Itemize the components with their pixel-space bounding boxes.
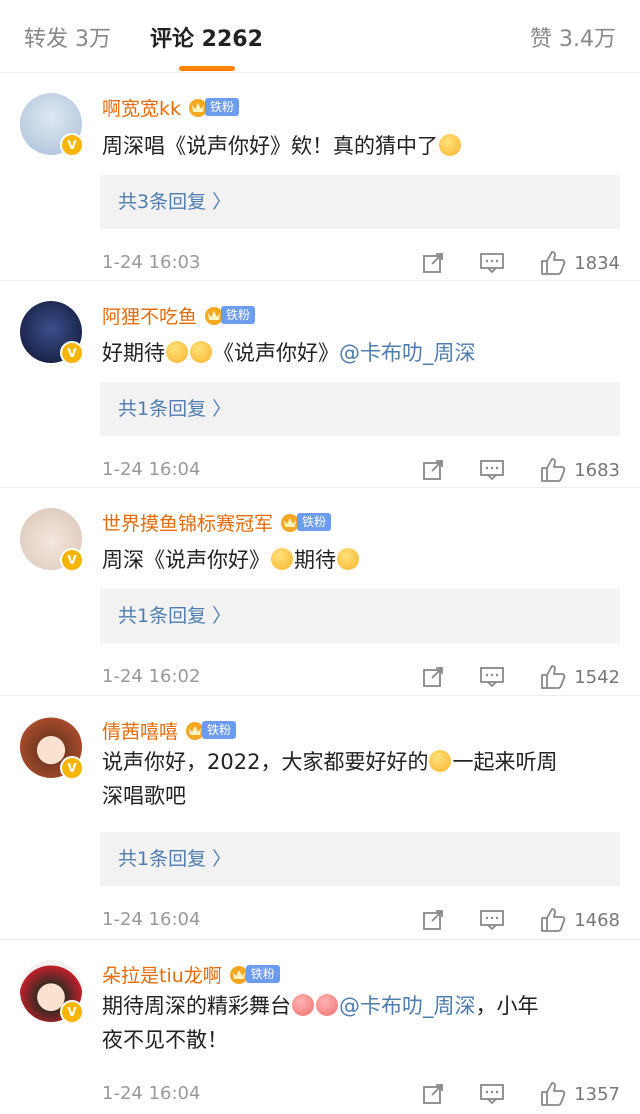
reply-expand-button[interactable]: 共1条回复 〉 [100, 832, 620, 886]
avatar[interactable]: V [20, 93, 84, 157]
timestamp: 1-24 16:02 [102, 666, 201, 687]
like-button[interactable]: 1683 [540, 455, 620, 485]
verified-badge-icon: V [60, 341, 84, 365]
comment-meta: 1-24 16:04 1468 [102, 905, 620, 935]
emoji-icon [429, 750, 452, 772]
comment-icon[interactable] [480, 252, 504, 274]
like-button[interactable]: 1357 [540, 1079, 620, 1109]
thumbs-up-icon [541, 251, 566, 275]
verified-badge-icon: V [60, 548, 84, 572]
emoji-icon [271, 548, 293, 570]
comment-item: V 世界摸鱼锦标赛冠军 铁粉 周深《说声你好》 期待 共1条回复 〉 1-24 1… [0, 488, 640, 696]
comment-icon[interactable] [480, 909, 504, 931]
emoji-icon [166, 341, 188, 363]
like-count: 1542 [574, 666, 620, 688]
reply-expand-button[interactable]: 共3条回复 〉 [100, 175, 620, 229]
fan-badge: 铁粉 [184, 720, 237, 740]
comment-icon[interactable] [480, 459, 504, 481]
avatar[interactable]: V [20, 508, 84, 572]
tab-comments[interactable]: 评论 2262 [150, 0, 263, 72]
fan-badge: 铁粉 [228, 964, 280, 984]
comment-meta: 1-24 16:03 1834 [102, 248, 620, 278]
like-count: 1468 [574, 909, 620, 931]
comment-meta: 1-24 16:02 1542 [102, 662, 620, 692]
comment-icon[interactable] [480, 666, 504, 688]
avatar[interactable]: V [20, 716, 84, 780]
like-button[interactable]: 1834 [540, 248, 620, 278]
verified-badge-icon: V [60, 756, 84, 780]
thumbs-up-icon [541, 908, 566, 932]
comment-icon[interactable] [480, 1083, 504, 1105]
active-tab-indicator [179, 66, 235, 71]
emoji-icon [316, 994, 338, 1016]
like-count: 1357 [574, 1083, 620, 1105]
tab-repost[interactable]: 转发 3万 [24, 0, 111, 72]
thumbs-up-icon [541, 458, 566, 482]
tab-likes[interactable]: 赞 3.4万 [530, 0, 616, 72]
like-button[interactable]: 1468 [540, 905, 620, 935]
comment-tabs: 转发 3万 评论 2262 赞 3.4万 [0, 0, 640, 73]
comment-item: V 阿狸不吃鱼 铁粉 好期待 《说声你好》@卡布叻_周深 共1条回复 〉 1-24… [0, 281, 640, 488]
comment-item: V 啊宽宽kk 铁粉 周深唱《说声你好》欸！真的猜中了 共3条回复 〉 1-24… [0, 73, 640, 281]
comment-text: 周深唱《说声你好》欸！真的猜中了 [102, 129, 462, 163]
comment-meta: 1-24 16:04 1683 [102, 455, 620, 485]
comment-text: 周深《说声你好》 期待 [102, 543, 360, 577]
comment-text: 好期待 《说声你好》@卡布叻_周深 [102, 341, 476, 365]
like-count: 1683 [574, 459, 620, 481]
username[interactable]: 啊宽宽kk [102, 94, 181, 121]
avatar[interactable]: V [20, 960, 84, 1024]
thumbs-up-icon [541, 1082, 566, 1106]
reply-expand-button[interactable]: 共1条回复 〉 [100, 382, 620, 436]
comment-text: 期待周深的精彩舞台 @卡布叻_周深，小年 夜不见不散！ [102, 994, 539, 1052]
emoji-icon [190, 341, 212, 363]
avatar[interactable]: V [20, 301, 84, 365]
timestamp: 1-24 16:04 [102, 909, 201, 930]
fan-badge: 铁粉 [187, 97, 240, 117]
username[interactable]: 倩茜嘻嘻 [102, 717, 178, 744]
timestamp: 1-24 16:04 [102, 459, 201, 480]
mention-link[interactable]: @卡布叻_周深 [339, 341, 476, 365]
share-icon[interactable] [422, 909, 444, 931]
share-icon[interactable] [422, 252, 444, 274]
share-icon[interactable] [422, 666, 444, 688]
verified-badge-icon: V [60, 133, 84, 157]
verified-badge-icon: V [60, 1000, 84, 1024]
comment-item: V 倩茜嘻嘻 铁粉 说声你好，2022，大家都要好好的 一起来听周 深唱歌吧 共1… [0, 696, 640, 940]
mention-link[interactable]: @卡布叻_周深 [339, 994, 476, 1018]
username[interactable]: 朵拉是tiu龙啊 [102, 961, 222, 988]
share-icon[interactable] [422, 1083, 444, 1105]
reply-expand-button[interactable]: 共1条回复 〉 [100, 589, 620, 643]
username[interactable]: 阿狸不吃鱼 [102, 302, 197, 329]
timestamp: 1-24 16:04 [102, 1083, 201, 1104]
fan-badge: 铁粉 [279, 512, 332, 532]
comment-item: V 朵拉是tiu龙啊 铁粉 期待周深的精彩舞台 @卡布叻_周深，小年 夜不见不散！… [0, 940, 640, 1114]
timestamp: 1-24 16:03 [102, 252, 201, 273]
comment-meta: 1-24 16:04 1357 [102, 1079, 620, 1109]
emoji-icon [337, 548, 359, 570]
username[interactable]: 世界摸鱼锦标赛冠军 [102, 509, 273, 536]
emoji-icon [439, 134, 461, 156]
like-button[interactable]: 1542 [540, 662, 620, 692]
comment-text: 说声你好，2022，大家都要好好的 一起来听周 深唱歌吧 [102, 750, 558, 808]
thumbs-up-icon [541, 665, 566, 689]
fan-badge: 铁粉 [203, 305, 256, 325]
like-count: 1834 [574, 252, 620, 274]
emoji-icon [292, 994, 314, 1016]
share-icon[interactable] [422, 459, 444, 481]
